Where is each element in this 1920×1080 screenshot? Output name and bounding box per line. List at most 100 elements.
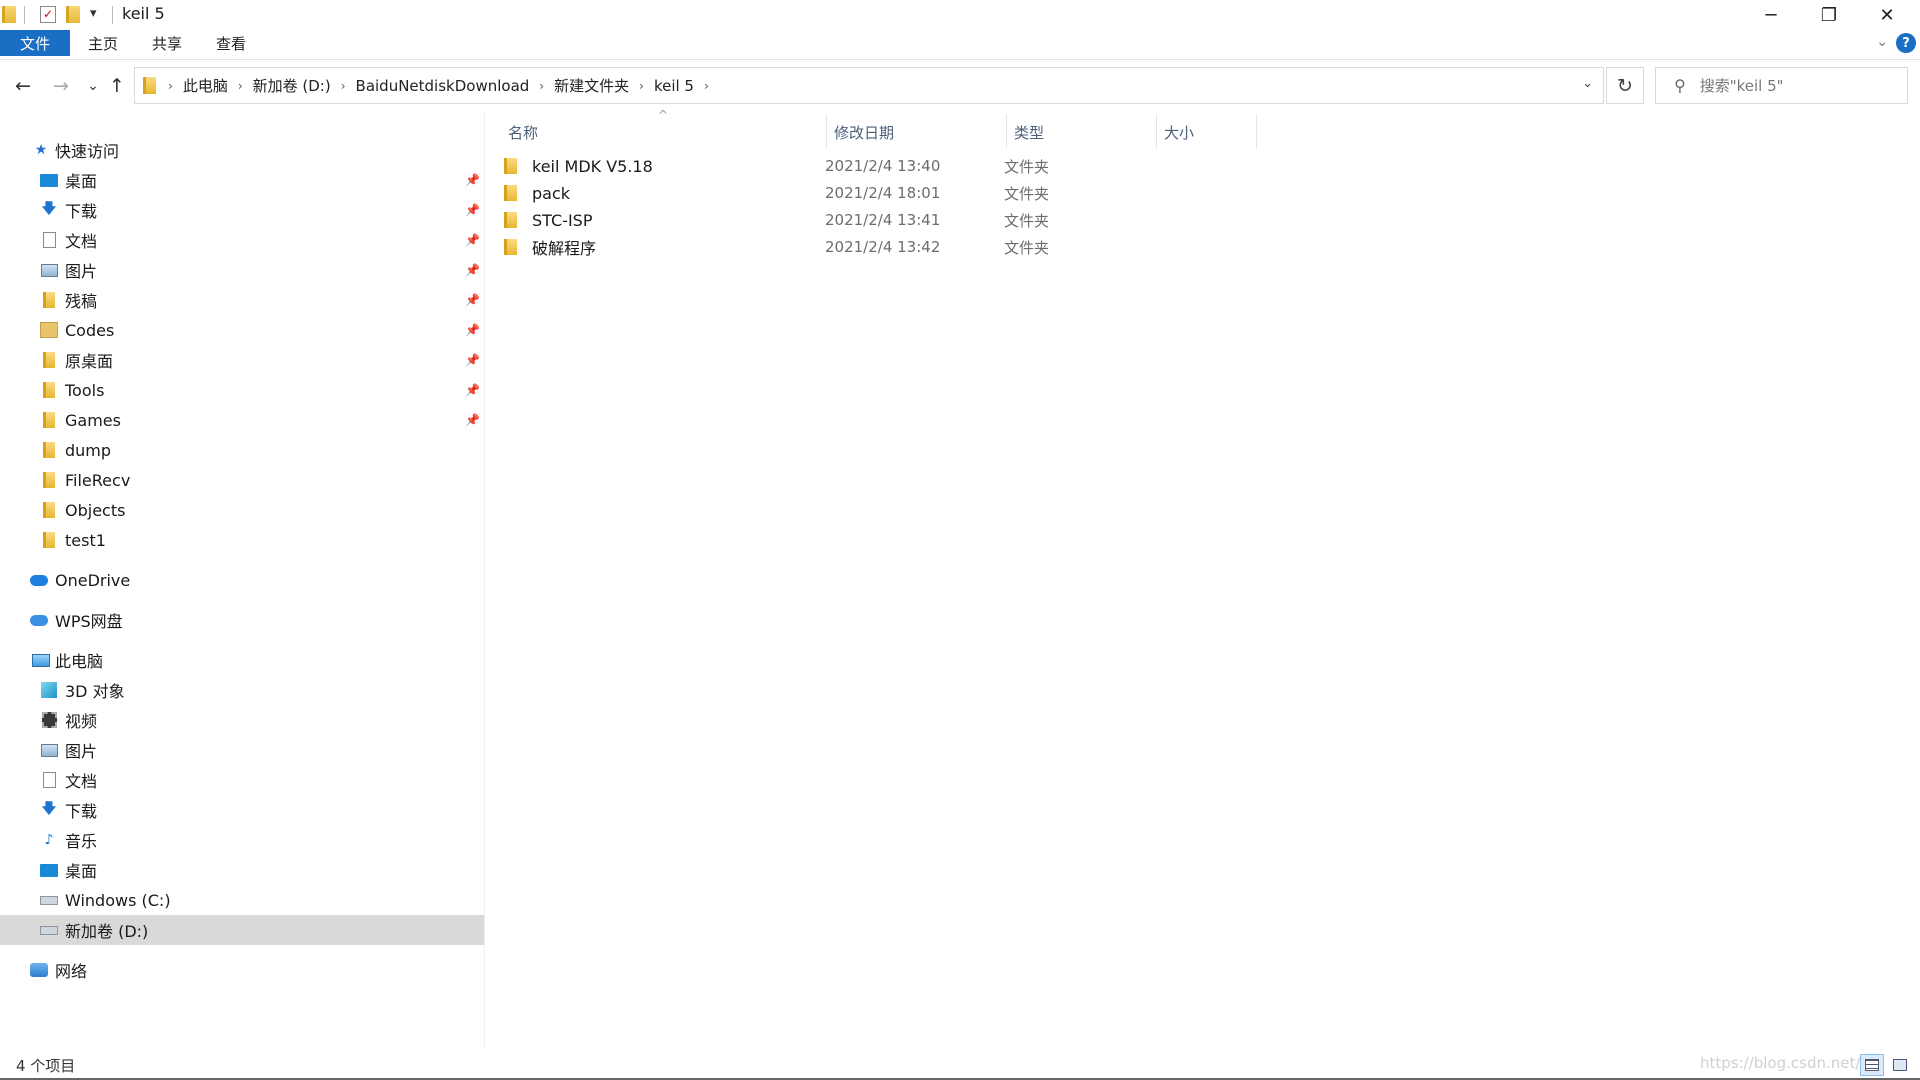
refresh-button[interactable]: ↻ [1606, 67, 1644, 104]
sidebar-item-music[interactable]: ♪ 音乐 [0, 825, 484, 855]
pane-divider[interactable] [484, 110, 485, 1050]
sidebar-item-objects[interactable]: Objects [0, 495, 484, 525]
sidebar-item-pc-documents[interactable]: 文档 [0, 765, 484, 795]
computer-icon [32, 651, 50, 669]
sidebar-item-test1[interactable]: test1 [0, 525, 484, 555]
sidebar-item-desktop[interactable]: 桌面 📌 [0, 165, 484, 195]
breadcrumb-separator[interactable]: › [633, 79, 650, 93]
pin-icon[interactable]: 📌 [465, 323, 480, 337]
sidebar-item-label: FileRecv [65, 470, 131, 490]
tab-file[interactable]: 文件 [0, 30, 70, 56]
file-row[interactable]: 破解程序 2021/2/4 13:42 文件夹 [504, 234, 1504, 260]
minimize-button[interactable]: ─ [1742, 0, 1800, 30]
sidebar-quick-access[interactable]: ★ 快速访问 [0, 135, 484, 165]
breadcrumb-new-folder[interactable]: 新建文件夹 [550, 75, 633, 96]
sidebar-item-pc-desktop[interactable]: 桌面 [0, 855, 484, 885]
breadcrumb-separator[interactable]: › [232, 79, 249, 93]
column-header-modified[interactable]: 修改日期 [834, 118, 984, 146]
expand-ribbon-icon[interactable]: ⌄ [1876, 34, 1888, 50]
column-divider[interactable] [1156, 114, 1157, 148]
pin-icon[interactable]: 📌 [465, 413, 480, 427]
breadcrumb-keil5[interactable]: keil 5 [650, 77, 698, 95]
sidebar-item-label: 网络 [55, 962, 88, 981]
sidebar-item-pc-downloads[interactable]: 🡇 下载 [0, 795, 484, 825]
item-count: 4 个项目 [16, 1057, 76, 1075]
large-icons-view-button[interactable] [1888, 1054, 1912, 1076]
download-icon: 🡇 [41, 201, 57, 217]
sidebar-item-codes[interactable]: Codes 📌 [0, 315, 484, 345]
sidebar-item-videos[interactable]: 视频 [0, 705, 484, 735]
file-type: 文件夹 [1004, 238, 1050, 257]
tab-home[interactable]: 主页 [72, 30, 134, 56]
sidebar-this-pc[interactable]: 此电脑 [0, 645, 484, 675]
sidebar-item-dump[interactable]: dump [0, 435, 484, 465]
tab-share[interactable]: 共享 [136, 30, 198, 56]
breadcrumb-baidunetdiskdownload[interactable]: BaiduNetdiskDownload [352, 77, 534, 95]
sidebar-item-downloads[interactable]: 🡇 下载 📌 [0, 195, 484, 225]
up-button[interactable]: ↑ [104, 73, 130, 99]
back-button[interactable]: ← [10, 73, 36, 99]
sidebar-onedrive[interactable]: OneDrive [0, 565, 484, 595]
column-divider[interactable] [1256, 114, 1257, 148]
breadcrumb-separator[interactable]: › [533, 79, 550, 93]
title-separator [112, 6, 113, 24]
3d-objects-icon [40, 681, 58, 699]
sidebar-item-label: WPS网盘 [55, 612, 123, 631]
pin-icon[interactable]: 📌 [465, 293, 480, 307]
tab-view[interactable]: 查看 [200, 30, 262, 56]
sidebar-item-label: 桌面 [65, 862, 98, 881]
details-view-button[interactable] [1860, 1054, 1884, 1076]
sidebar-item-label: Windows (C:) [65, 890, 171, 910]
pin-icon[interactable]: 📌 [465, 263, 480, 277]
pin-icon[interactable]: 📌 [465, 353, 480, 367]
column-header-name[interactable]: 名称 [508, 118, 818, 146]
column-header-size[interactable]: 大小 [1164, 118, 1254, 146]
breadcrumb-separator[interactable]: › [698, 79, 715, 93]
sidebar-network[interactable]: 网络 [0, 955, 484, 985]
search-box[interactable]: ⚲ [1655, 67, 1908, 104]
properties-icon[interactable]: ✓ [40, 6, 56, 23]
breadcrumb-drive-d[interactable]: 新加卷 (D:) [249, 75, 335, 96]
pin-icon[interactable]: 📌 [465, 383, 480, 397]
address-dropdown-icon[interactable]: ⌄ [1582, 76, 1593, 91]
help-icon[interactable]: ? [1896, 33, 1916, 53]
folder-icon [504, 185, 517, 201]
sidebar-item-label: 音乐 [65, 832, 98, 851]
sidebar-item-documents[interactable]: 文档 📌 [0, 225, 484, 255]
column-header-type[interactable]: 类型 [1014, 118, 1134, 146]
breadcrumb-separator[interactable]: › [335, 79, 352, 93]
search-input[interactable] [1699, 76, 1880, 95]
sidebar-item-label: 下载 [65, 202, 98, 221]
sidebar-wps-drive[interactable]: WPS网盘 [0, 605, 484, 635]
sidebar-item-pc-pictures[interactable]: 图片 [0, 735, 484, 765]
sidebar-item-drive-d[interactable]: 新加卷 (D:) [0, 915, 484, 945]
breadcrumb-this-pc[interactable]: 此电脑 [179, 75, 232, 96]
sidebar-item-games[interactable]: Games 📌 [0, 405, 484, 435]
sidebar-item-original-desktop[interactable]: 原桌面 📌 [0, 345, 484, 375]
recent-locations-button[interactable]: ⌄ [80, 73, 106, 99]
sidebar-item-tools[interactable]: Tools 📌 [0, 375, 484, 405]
sidebar-item-filerecv[interactable]: FileRecv [0, 465, 484, 495]
breadcrumb-separator[interactable]: › [162, 79, 179, 93]
pin-icon[interactable]: 📌 [465, 203, 480, 217]
close-button[interactable]: ✕ [1858, 0, 1916, 30]
sidebar-item-3d-objects[interactable]: 3D 对象 [0, 675, 484, 705]
sidebar-item-cangao[interactable]: 残稿 📌 [0, 285, 484, 315]
document-icon [40, 771, 58, 789]
file-row[interactable]: pack 2021/2/4 18:01 文件夹 [504, 180, 1504, 206]
column-divider[interactable] [1006, 114, 1007, 148]
sidebar-item-drive-c[interactable]: Windows (C:) [0, 885, 484, 915]
new-folder-icon[interactable] [66, 6, 82, 23]
column-divider[interactable] [826, 114, 827, 148]
file-row[interactable]: keil MDK V5.18 2021/2/4 13:40 文件夹 [504, 153, 1504, 179]
address-bar[interactable]: › 此电脑 › 新加卷 (D:) › BaiduNetdiskDownload … [134, 67, 1604, 104]
sidebar-item-label: 文档 [65, 232, 98, 251]
sidebar-item-label: 此电脑 [55, 652, 104, 671]
pin-icon[interactable]: 📌 [465, 233, 480, 247]
pin-icon[interactable]: 📌 [465, 173, 480, 187]
qat-dropdown-icon[interactable]: ▾ [90, 6, 97, 21]
restore-button[interactable]: ❐ [1800, 0, 1858, 30]
file-row[interactable]: STC-ISP 2021/2/4 13:41 文件夹 [504, 207, 1504, 233]
forward-button[interactable]: → [48, 73, 74, 99]
sidebar-item-pictures[interactable]: 图片 📌 [0, 255, 484, 285]
